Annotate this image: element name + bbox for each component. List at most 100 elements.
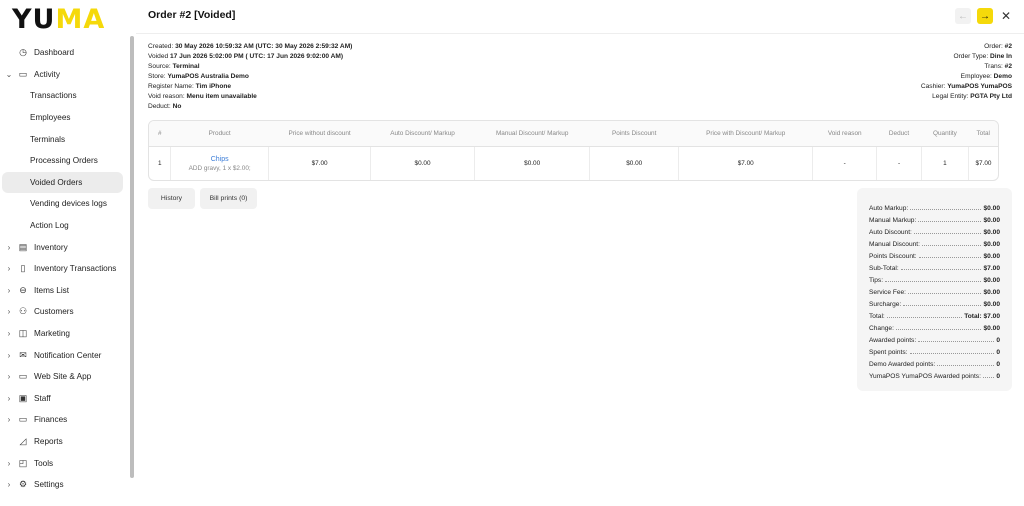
- product-link[interactable]: Chips: [173, 156, 266, 163]
- info-label: Voided: [148, 53, 170, 60]
- sidebar-item-inventory[interactable]: › ▤ Inventory: [0, 236, 128, 258]
- sidebar-item-vending-devices-logs[interactable]: Vending devices logs: [0, 193, 128, 215]
- info-label: Employee:: [960, 73, 994, 80]
- sidebar-item-web-site-app[interactable]: › ▭ Web Site & App: [0, 366, 128, 388]
- yuma-logo[interactable]: YUMA: [12, 4, 105, 35]
- column-header-product: Product: [170, 121, 269, 147]
- info-value: #2: [1004, 63, 1012, 70]
- summary-row-change: Change: $0.00: [869, 320, 1000, 332]
- sidebar-item-terminals[interactable]: Terminals: [0, 128, 128, 150]
- sidebar-item-label: Notification Center: [34, 350, 102, 360]
- sidebar-item-tools[interactable]: › ◰ Tools: [0, 452, 128, 474]
- summary-value: $0.00: [983, 229, 1000, 236]
- sidebar-item-label: Customers: [34, 307, 74, 317]
- column-header-points-discount: Points Discount: [589, 121, 679, 147]
- page-title: Order #2 [Voided]: [148, 9, 236, 21]
- close-icon[interactable]: ✕: [998, 8, 1014, 24]
- info-label: Created:: [148, 43, 176, 50]
- column-header-price-without-discount: Price without discount: [268, 121, 371, 147]
- summary-label: Service Fee:: [869, 289, 907, 296]
- info-value: 30 May 2026 10:59:32 AM (UTC: 30 May 202…: [175, 43, 353, 50]
- info-value: Menu item unavailable: [186, 93, 257, 100]
- summary-value: Total: $7.00: [964, 313, 1000, 320]
- website-icon: ▭: [18, 371, 28, 382]
- summary-leader: [910, 209, 982, 210]
- sidebar-item-customers[interactable]: › ⚇ Customers: [0, 301, 128, 323]
- summary-leader: [982, 377, 995, 378]
- info-label: Register Name:: [148, 83, 196, 90]
- bill-prints-button[interactable]: Bill prints (0): [200, 188, 257, 209]
- sidebar-item-staff[interactable]: › ▣ Staff: [0, 388, 128, 410]
- activity-icon: ▭: [18, 68, 28, 79]
- summary-leader: [921, 245, 982, 246]
- summary-value: 0: [996, 349, 1000, 356]
- info-line: Deduct: No: [148, 102, 352, 112]
- inventory-icon: ▤: [18, 241, 28, 252]
- summary-value: 0: [996, 337, 1000, 344]
- summary-value: $0.00: [983, 289, 1000, 296]
- chevron-right-icon: ›: [7, 242, 11, 252]
- summary-label: Manual Markup:: [869, 217, 917, 224]
- summary-value: $0.00: [983, 205, 1000, 212]
- summary-label: Sub-Total:: [869, 265, 899, 272]
- sidebar-item-label: Vending devices logs: [30, 199, 107, 209]
- chevron-right-icon: ›: [7, 415, 11, 425]
- info-value: Demo: [993, 73, 1012, 80]
- items-list-icon: ⊖: [19, 284, 27, 295]
- summary-row-points-discount: Points Discount: $0.00: [869, 248, 1000, 260]
- summary-row-service-fee: Service Fee: $0.00: [869, 284, 1000, 296]
- summary-value: $0.00: [983, 301, 1000, 308]
- sidebar-item-label: Web Site & App: [34, 372, 92, 382]
- chevron-right-icon: ›: [7, 372, 11, 382]
- sidebar-item-reports[interactable]: ◿ Reports: [0, 431, 128, 453]
- sidebar-item-label: Transactions: [30, 91, 77, 101]
- summary-value: $0.00: [983, 217, 1000, 224]
- next-order-button[interactable]: →: [977, 8, 993, 24]
- previous-order-button[interactable]: ←: [955, 8, 971, 24]
- table-row[interactable]: 1 Chips ADD gravy, 1 x $2.00; $7.00 $0.00 $0.…: [149, 146, 998, 180]
- summary-label: Auto Markup:: [869, 205, 909, 212]
- sidebar-item-voided-orders[interactable]: Voided Orders: [2, 171, 123, 194]
- sidebar-scrollbar[interactable]: [130, 36, 134, 478]
- summary-value: $0.00: [983, 277, 1000, 284]
- history-button[interactable]: History: [148, 188, 195, 209]
- cell-quantity: 1: [921, 146, 969, 180]
- sidebar-item-transactions[interactable]: Transactions: [0, 85, 128, 107]
- sidebar-item-label: Terminals: [30, 134, 66, 144]
- summary-leader: [913, 233, 982, 234]
- info-line: Cashier: YumaPOS YumaPOS: [921, 82, 1012, 92]
- sidebar-item-label: Inventory: [34, 242, 68, 252]
- info-line: Order: #2: [921, 42, 1012, 52]
- sidebar-item-notification-center[interactable]: › ✉ Notification Center: [0, 344, 128, 366]
- info-line: Register Name: Tim iPhone: [148, 82, 352, 92]
- info-label: Void reason:: [148, 93, 187, 100]
- sidebar-item-dashboard[interactable]: ◷ Dashboard: [0, 42, 128, 64]
- info-label: Order Type:: [953, 53, 991, 60]
- sidebar-item-items-list[interactable]: › ⊖ Items List: [0, 280, 128, 302]
- order-info-left: Created: 30 May 2026 10:59:32 AM (UTC: 3…: [148, 42, 352, 112]
- summary-value: $0.00: [983, 241, 1000, 248]
- summary-row-manual-discount: Manual Discount: $0.00: [869, 236, 1000, 248]
- sidebar-item-finances[interactable]: › ▭ Finances: [0, 409, 128, 431]
- column-header-total: Total: [968, 121, 998, 147]
- reports-icon: ◿: [19, 435, 27, 446]
- sidebar-item-processing-orders[interactable]: Processing Orders: [0, 150, 128, 172]
- sidebar-item-label: Inventory Transactions: [34, 264, 117, 274]
- cell-product[interactable]: Chips ADD gravy, 1 x $2.00;: [170, 146, 270, 180]
- sidebar-item-marketing[interactable]: › ◫ Marketing: [0, 323, 128, 345]
- summary-label: Manual Discount:: [869, 241, 920, 248]
- summary-label: Tips:: [869, 277, 884, 284]
- sidebar-item-label: Voided Orders: [30, 177, 83, 187]
- order-header: Order #2 [Voided] ← → ✕: [136, 0, 1024, 34]
- sidebar-item-activity[interactable]: ⌄ ▭ Activity: [0, 64, 128, 86]
- column-header-price-with-discount-markup: Price with Discount/ Markup: [678, 121, 813, 147]
- sidebar-item-settings[interactable]: › ⚙ Settings: [0, 474, 128, 496]
- summary-label: Auto Discount:: [869, 229, 912, 236]
- chevron-right-icon: ›: [7, 458, 11, 468]
- sidebar-item-action-log[interactable]: Action Log: [0, 215, 128, 237]
- sidebar-item-employees[interactable]: Employees: [0, 107, 128, 129]
- summary-label: Demo Awarded points:: [869, 361, 936, 368]
- summary-leader: [918, 341, 995, 342]
- column-header-manual-discount-markup: Manual Discount/ Markup: [474, 121, 590, 147]
- sidebar-item-inventory-transactions[interactable]: › ▯ Inventory Transactions: [0, 258, 128, 280]
